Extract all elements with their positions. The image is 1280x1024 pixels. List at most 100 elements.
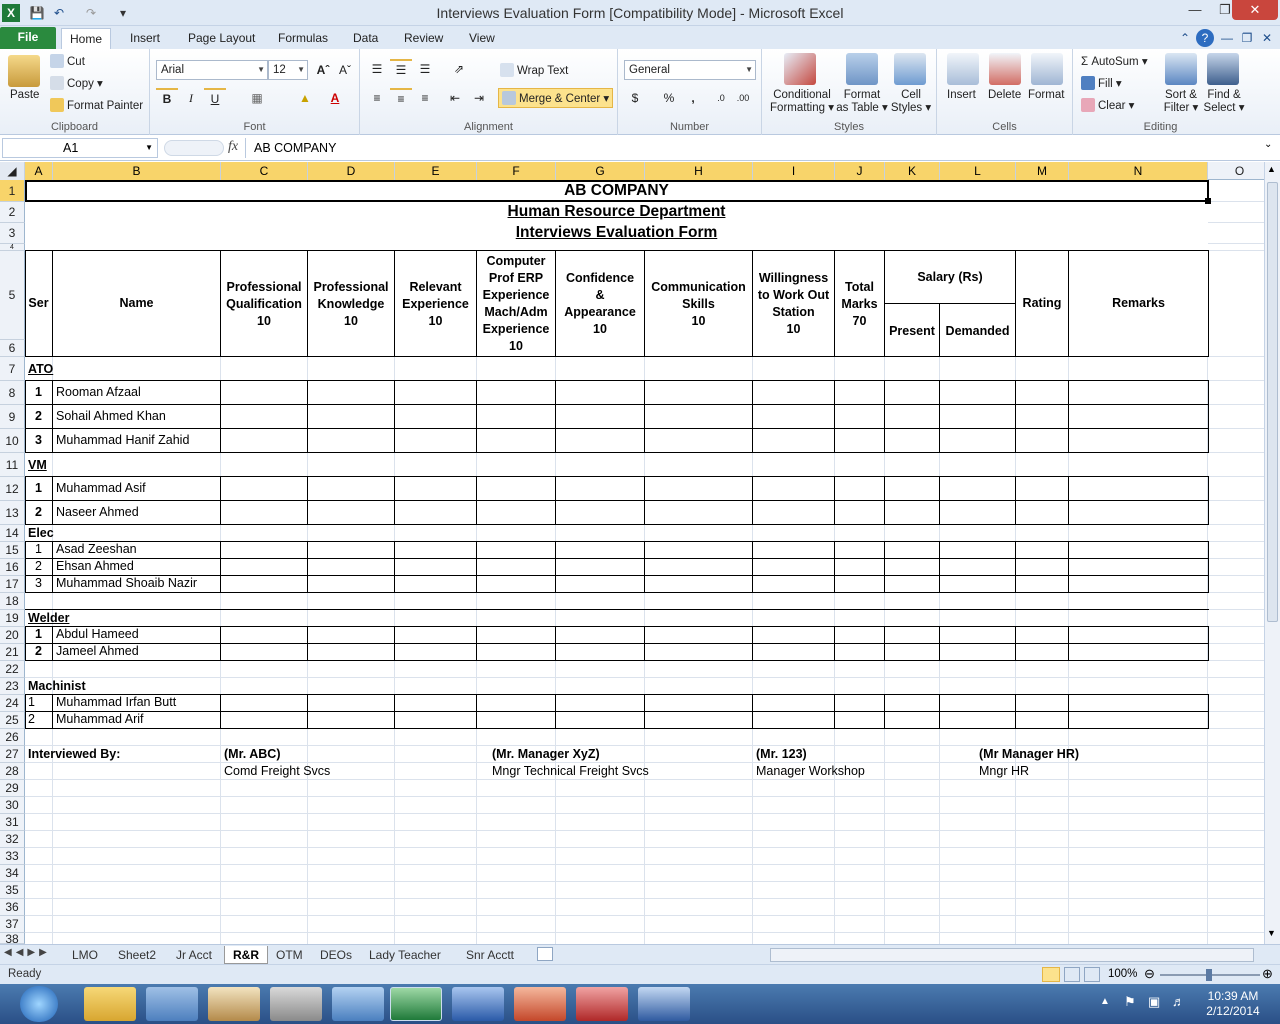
formula-input[interactable]: AB COMPANY — [245, 138, 1263, 158]
format-painter-button[interactable]: Format Painter — [50, 98, 143, 112]
excel-taskbar-icon[interactable] — [390, 987, 442, 1021]
insert-sheet-icon[interactable] — [537, 947, 553, 961]
row-header-24[interactable]: 24 — [0, 695, 25, 712]
shrink-font-icon[interactable]: Aˇ — [334, 60, 356, 80]
row-header-1[interactable]: 1 — [0, 180, 25, 202]
underline-button[interactable]: U — [204, 88, 226, 106]
paint-taskbar-icon[interactable] — [208, 987, 260, 1021]
minimize-ribbon-icon[interactable]: ⌃ — [1176, 29, 1194, 47]
vertical-scrollbar[interactable]: ▲ ▼ — [1264, 162, 1280, 944]
font-color-icon[interactable]: A — [324, 88, 346, 108]
column-header-g[interactable]: G — [556, 162, 645, 180]
row-header-25[interactable]: 25 — [0, 712, 25, 729]
row-header-9[interactable]: 9 — [0, 405, 25, 429]
column-header-d[interactable]: D — [308, 162, 395, 180]
expand-formula-bar-icon[interactable]: ⌄ — [1264, 139, 1272, 150]
select-all-corner[interactable]: ◢ — [0, 162, 25, 180]
row-header-8[interactable]: 8 — [0, 381, 25, 405]
delete-cells-icon[interactable] — [989, 53, 1021, 85]
normal-view-icon[interactable] — [1042, 967, 1060, 982]
zoom-level[interactable]: 100% — [1108, 968, 1137, 980]
column-header-m[interactable]: M — [1016, 162, 1069, 180]
column-header-h[interactable]: H — [645, 162, 753, 180]
worksheet-grid[interactable]: AB COMPANY Human Resource Department Int… — [25, 180, 1264, 944]
volume-icon[interactable]: ♬ — [1172, 994, 1185, 1009]
tab-view[interactable]: View — [461, 28, 503, 49]
column-header-l[interactable]: L — [940, 162, 1016, 180]
elec-name-1[interactable]: Asad Zeeshan — [56, 542, 137, 557]
sheet-tab-lady-teacher[interactable]: Lady Teacher — [361, 946, 449, 964]
row-header-3[interactable]: 3 — [0, 223, 25, 244]
row-header-5[interactable]: 5 — [0, 251, 25, 340]
zoom-slider-thumb[interactable] — [1206, 969, 1212, 981]
row-header-34[interactable]: 34 — [0, 865, 25, 882]
row-header-20[interactable]: 20 — [0, 627, 25, 644]
powerpoint-taskbar-icon[interactable] — [514, 987, 566, 1021]
scroll-thumb[interactable] — [1267, 182, 1278, 622]
row-header-36[interactable]: 36 — [0, 899, 25, 916]
fill-color-icon[interactable]: ▲ — [294, 88, 316, 108]
access-taskbar-icon[interactable] — [576, 987, 628, 1021]
tab-home[interactable]: Home — [61, 28, 112, 49]
horizontal-scrollbar[interactable] — [770, 948, 1254, 962]
comma-button[interactable]: , — [682, 88, 704, 108]
start-button-icon[interactable] — [20, 986, 58, 1022]
insert-cells-button[interactable]: Insert — [947, 89, 976, 101]
sheet-tab-otm[interactable]: OTM — [268, 946, 311, 964]
network-icon[interactable]: ▣ — [1148, 994, 1160, 1010]
decrease-indent-icon[interactable]: ⇤ — [444, 88, 466, 108]
format-cells-icon[interactable] — [1031, 53, 1063, 85]
ato-name-1[interactable]: Rooman Afzaal — [56, 385, 141, 400]
grow-font-icon[interactable]: Aˆ — [312, 60, 334, 80]
row-header-23[interactable]: 23 — [0, 678, 25, 695]
align-top-icon[interactable]: ☰ — [366, 59, 388, 79]
paste-button[interactable]: Paste — [10, 89, 39, 101]
sheet-tab-r-and-r[interactable]: R&R — [224, 946, 268, 964]
sheet-nav-arrows-icon[interactable]: ◀◀▶▶ — [4, 947, 51, 958]
row-header-13[interactable]: 13 — [0, 501, 25, 525]
row-header-16[interactable]: 16 — [0, 559, 25, 576]
column-header-e[interactable]: E — [395, 162, 477, 180]
word-taskbar-icon[interactable] — [452, 987, 504, 1021]
documents-taskbar-icon[interactable] — [332, 987, 384, 1021]
increase-decimal-icon[interactable]: .0 — [710, 88, 732, 108]
row-header-18[interactable]: 18 — [0, 593, 25, 610]
format-as-table-button[interactable]: Format as Table ▾ — [836, 89, 888, 115]
welder-name-1[interactable]: Abdul Hameed — [56, 627, 139, 642]
zoom-out-icon[interactable]: ⊖ — [1144, 966, 1155, 982]
remote-desktop-taskbar-icon[interactable] — [638, 987, 690, 1021]
copy-button[interactable]: Copy ▾ — [50, 76, 103, 90]
format-cells-button[interactable]: Format — [1028, 89, 1064, 101]
row-header-26[interactable]: 26 — [0, 729, 25, 746]
cell-styles-button[interactable]: Cell Styles ▾ — [890, 89, 932, 115]
row-header-12[interactable]: 12 — [0, 477, 25, 501]
row-header-32[interactable]: 32 — [0, 831, 25, 848]
row-header-17[interactable]: 17 — [0, 576, 25, 593]
align-middle-icon[interactable]: ☰ — [390, 59, 412, 77]
wrap-text-button[interactable]: Wrap Text — [500, 63, 568, 77]
find-select-button[interactable]: Find & Select ▾ — [1203, 89, 1245, 115]
column-header-k[interactable]: K — [885, 162, 940, 180]
ato-name-2[interactable]: Sohail Ahmed Khan — [56, 409, 166, 424]
vm-name-1[interactable]: Muhammad Asif — [56, 481, 146, 496]
row-header-22[interactable]: 22 — [0, 661, 25, 678]
ato-name-3[interactable]: Muhammad Hanif Zahid — [56, 433, 189, 448]
machinist-name-1[interactable]: Muhammad Irfan Butt — [56, 695, 176, 710]
tab-formulas[interactable]: Formulas — [270, 28, 336, 49]
row-header-2[interactable]: 2 — [0, 202, 25, 223]
row-header-15[interactable]: 15 — [0, 542, 25, 559]
row-header-19[interactable]: 19 — [0, 610, 25, 627]
sort-filter-button[interactable]: Sort & Filter ▾ — [1163, 89, 1199, 115]
page-layout-view-icon[interactable] — [1064, 967, 1080, 982]
insert-function-icon[interactable]: fx — [228, 139, 238, 155]
row-header-31[interactable]: 31 — [0, 814, 25, 831]
flag-icon[interactable]: ⚑ — [1124, 994, 1136, 1010]
sheet-tab-jr-acct[interactable]: Jr Acct — [168, 946, 220, 964]
orientation-icon[interactable]: ⇗ — [448, 59, 470, 79]
italic-button[interactable]: I — [180, 88, 202, 108]
row-header-38[interactable]: 38 — [0, 933, 25, 944]
column-header-n[interactable]: N — [1069, 162, 1208, 180]
row-header-29[interactable]: 29 — [0, 780, 25, 797]
currency-button[interactable]: $ — [624, 88, 646, 108]
column-header-i[interactable]: I — [753, 162, 835, 180]
